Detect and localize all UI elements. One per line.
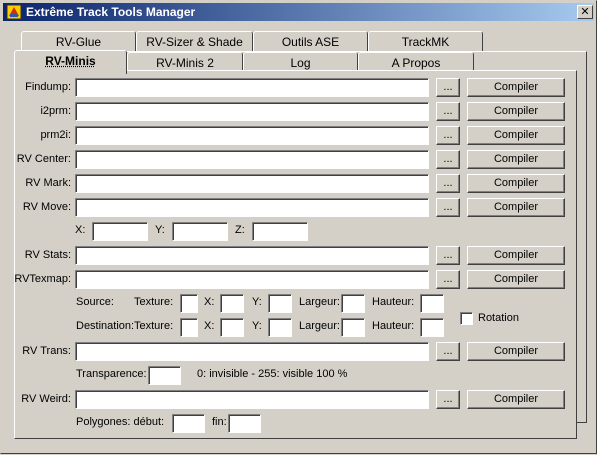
rvcenter-compile-button[interactable]: Compiler — [467, 150, 565, 169]
prm2i-path-input[interactable] — [75, 126, 429, 145]
rvweird-label: RV Weird: — [21, 393, 71, 405]
rvmark-path-input[interactable] — [75, 174, 429, 193]
i2prm-browse-button[interactable]: ... — [436, 102, 460, 121]
polygones-fin-input[interactable] — [228, 414, 261, 433]
rvmove-path-input[interactable] — [75, 198, 429, 217]
rvcenter-label: RV Center: — [17, 153, 71, 165]
i2prm-label: i2prm: — [40, 105, 71, 117]
rvmove-label: RV Move: — [23, 201, 71, 213]
source-x-label: X: — [204, 296, 214, 308]
destination-label: Destination: — [76, 320, 134, 332]
form-content: Findump: ... Compiler i2prm: ... Compile… — [1, 1, 597, 455]
rvtexmap-label: RVTexmap: — [14, 273, 71, 285]
polygones-fin-label: fin: — [212, 416, 227, 428]
move-z-input[interactable] — [252, 222, 308, 241]
source-label: Source: — [76, 296, 114, 308]
i2prm-compile-button[interactable]: Compiler — [467, 102, 565, 121]
prm2i-label: prm2i: — [40, 129, 71, 141]
source-y-input[interactable] — [268, 294, 292, 313]
destination-hauteur-label: Hauteur: — [372, 320, 414, 332]
destination-largeur-input[interactable] — [341, 318, 365, 337]
findump-browse-button[interactable]: ... — [436, 78, 460, 97]
destination-y-input[interactable] — [268, 318, 292, 337]
destination-texture-input[interactable] — [180, 318, 198, 337]
rvweird-browse-button[interactable]: ... — [436, 390, 460, 409]
transparence-hint: 0: invisible - 255: visible 100 % — [197, 368, 347, 380]
move-y-label: Y: — [155, 224, 165, 236]
source-largeur-label: Largeur: — [299, 296, 340, 308]
findump-path-input[interactable] — [75, 78, 429, 97]
rvmove-compile-button[interactable]: Compiler — [467, 198, 565, 217]
move-x-label: X: — [75, 224, 85, 236]
rvtrans-path-input[interactable] — [75, 342, 429, 361]
prm2i-compile-button[interactable]: Compiler — [467, 126, 565, 145]
source-x-input[interactable] — [220, 294, 244, 313]
rvcenter-browse-button[interactable]: ... — [436, 150, 460, 169]
source-texture-input[interactable] — [180, 294, 198, 313]
destination-hauteur-input[interactable] — [420, 318, 444, 337]
move-x-input[interactable] — [92, 222, 148, 241]
polygones-debut-label: Polygones: début: — [76, 416, 164, 428]
rvstats-browse-button[interactable]: ... — [436, 246, 460, 265]
rvmove-browse-button[interactable]: ... — [436, 198, 460, 217]
findump-compile-button[interactable]: Compiler — [467, 78, 565, 97]
rvstats-path-input[interactable] — [75, 246, 429, 265]
rotation-checkbox[interactable] — [460, 312, 473, 325]
rvmark-compile-button[interactable]: Compiler — [467, 174, 565, 193]
rvweird-compile-button[interactable]: Compiler — [467, 390, 565, 409]
source-texture-label: Texture: — [134, 296, 173, 308]
rvtexmap-path-input[interactable] — [75, 270, 429, 289]
rvcenter-path-input[interactable] — [75, 150, 429, 169]
rvtexmap-compile-button[interactable]: Compiler — [467, 270, 565, 289]
transparence-input[interactable] — [148, 366, 181, 385]
rvtrans-label: RV Trans: — [22, 345, 71, 357]
rvtrans-browse-button[interactable]: ... — [436, 342, 460, 361]
destination-y-label: Y: — [252, 320, 262, 332]
source-hauteur-label: Hauteur: — [372, 296, 414, 308]
move-z-label: Z: — [235, 224, 245, 236]
rvweird-path-input[interactable] — [75, 390, 429, 409]
transparence-label: Transparence: — [76, 368, 147, 380]
move-y-input[interactable] — [172, 222, 228, 241]
rvtexmap-browse-button[interactable]: ... — [436, 270, 460, 289]
rvtrans-compile-button[interactable]: Compiler — [467, 342, 565, 361]
destination-texture-label: Texture: — [134, 320, 173, 332]
prm2i-browse-button[interactable]: ... — [436, 126, 460, 145]
findump-label: Findump: — [25, 81, 71, 93]
rotation-label: Rotation — [478, 312, 519, 324]
source-hauteur-input[interactable] — [420, 294, 444, 313]
source-y-label: Y: — [252, 296, 262, 308]
destination-x-label: X: — [204, 320, 214, 332]
destination-x-input[interactable] — [220, 318, 244, 337]
source-largeur-input[interactable] — [341, 294, 365, 313]
rvmark-label: RV Mark: — [25, 177, 71, 189]
i2prm-path-input[interactable] — [75, 102, 429, 121]
rvstats-label: RV Stats: — [25, 249, 71, 261]
main-window: Extrême Track Tools Manager ✕ RV-Glue RV… — [0, 0, 597, 454]
rvmark-browse-button[interactable]: ... — [436, 174, 460, 193]
destination-largeur-label: Largeur: — [299, 320, 340, 332]
polygones-debut-input[interactable] — [172, 414, 205, 433]
rvstats-compile-button[interactable]: Compiler — [467, 246, 565, 265]
